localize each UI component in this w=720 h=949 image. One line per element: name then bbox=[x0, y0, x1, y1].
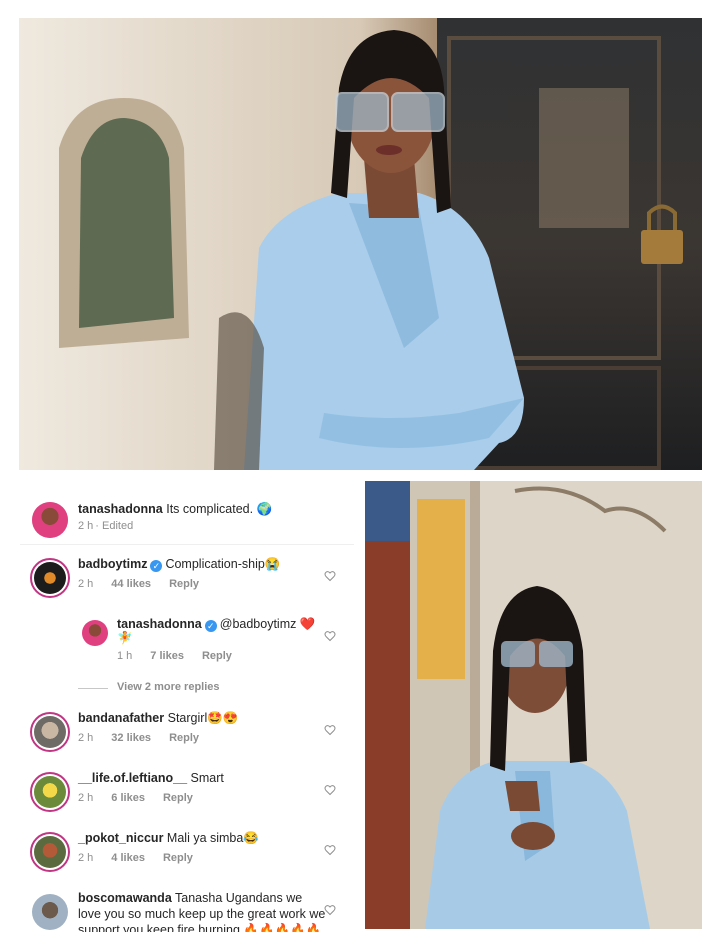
username[interactable]: _pokot_niccur bbox=[78, 831, 163, 845]
caption-text: Its complicated. 🌍 bbox=[166, 502, 273, 516]
timestamp: 2 h bbox=[78, 852, 94, 864]
likes-count[interactable]: 7 likes bbox=[150, 650, 184, 662]
post-photo-top bbox=[19, 18, 702, 470]
timestamp: 2 h bbox=[78, 520, 94, 532]
view-more-replies-button[interactable]: View 2 more replies bbox=[117, 681, 220, 693]
avatar[interactable] bbox=[30, 772, 70, 812]
comment-text-line2: 🧚 bbox=[117, 631, 133, 645]
avatar[interactable] bbox=[32, 894, 68, 930]
view-replies-row[interactable]: View 2 more replies bbox=[20, 680, 354, 698]
edited-label: Edited bbox=[102, 520, 134, 532]
heart-icon[interactable] bbox=[324, 844, 336, 856]
reply-row: tanashadonna ✓ @badboytimz ❤️ 🧚 1 h 7 likes… bbox=[20, 614, 354, 670]
comment-text: Stargirl🤩😍 bbox=[167, 711, 239, 725]
heart-icon[interactable] bbox=[324, 724, 336, 736]
replies-line bbox=[78, 688, 108, 689]
avatar[interactable] bbox=[30, 832, 70, 872]
username[interactable]: tanashadonna bbox=[117, 617, 202, 631]
timestamp: 2 h bbox=[78, 578, 94, 590]
caption-row: tanashadonna Its complicated. 🌍 2 h · Edi… bbox=[20, 496, 354, 546]
comment-row: __life.of.leftiano__ Smart 2 h 6 likes Rep… bbox=[20, 768, 354, 818]
heart-icon[interactable] bbox=[324, 630, 336, 642]
username[interactable]: tanashadonna bbox=[78, 502, 163, 516]
likes-count[interactable]: 44 likes bbox=[111, 578, 151, 590]
likes-count[interactable]: 32 likes bbox=[111, 732, 151, 744]
likes-count[interactable]: 6 likes bbox=[111, 792, 145, 804]
username[interactable]: __life.of.leftiano__ bbox=[78, 771, 187, 785]
avatar[interactable] bbox=[30, 558, 70, 598]
comment-text: Mali ya simba😂 bbox=[166, 831, 259, 845]
comment-row: bandanafather Stargirl🤩😍 2 h 32 likes Repl… bbox=[20, 708, 354, 758]
timestamp: 1 h bbox=[117, 650, 133, 662]
heart-icon[interactable] bbox=[324, 904, 336, 916]
username[interactable]: badboytimz bbox=[78, 557, 147, 571]
timestamp: 2 h bbox=[78, 792, 94, 804]
comment-text-line2: love you so much keep up the great work … bbox=[78, 907, 326, 921]
comment-text-line3: support you keep fire burning 🔥🔥🔥🔥🔥 bbox=[78, 923, 322, 932]
username[interactable]: boscomawanda bbox=[78, 891, 172, 905]
avatar[interactable] bbox=[32, 502, 68, 538]
timestamp: 2 h bbox=[78, 732, 94, 744]
verified-icon: ✓ bbox=[204, 620, 217, 632]
comment-text: Tanasha Ugandans we bbox=[175, 891, 303, 905]
username[interactable]: bandanafather bbox=[78, 711, 164, 725]
reply-button[interactable]: Reply bbox=[169, 578, 199, 590]
avatar[interactable] bbox=[30, 712, 70, 752]
reply-button[interactable]: Reply bbox=[163, 852, 193, 864]
comment-row: boscomawanda Tanasha Ugandans we love yo… bbox=[20, 888, 354, 932]
reply-button[interactable]: Reply bbox=[169, 732, 199, 744]
comment-text: Smart bbox=[190, 771, 224, 785]
heart-icon[interactable] bbox=[324, 784, 336, 796]
avatar[interactable] bbox=[82, 620, 108, 646]
reply-button[interactable]: Reply bbox=[202, 650, 232, 662]
likes-count[interactable]: 4 likes bbox=[111, 852, 145, 864]
comment-row: badboytimz ✓ Complication-ship😭 2 h 44 like… bbox=[20, 554, 354, 604]
heart-icon[interactable] bbox=[324, 570, 336, 582]
verified-icon: ✓ bbox=[150, 560, 163, 572]
comment-text: @badboytimz ❤️ bbox=[219, 617, 316, 631]
divider bbox=[20, 544, 354, 545]
reply-button[interactable]: Reply bbox=[163, 792, 193, 804]
comments-panel: tanashadonna Its complicated. 🌍 2 h · Edi… bbox=[20, 486, 354, 932]
comment-row: _pokot_niccur Mali ya simba😂 2 h 4 likes R… bbox=[20, 828, 354, 878]
comment-text: Complication-ship😭 bbox=[165, 557, 281, 571]
post-photo-right bbox=[365, 481, 702, 929]
